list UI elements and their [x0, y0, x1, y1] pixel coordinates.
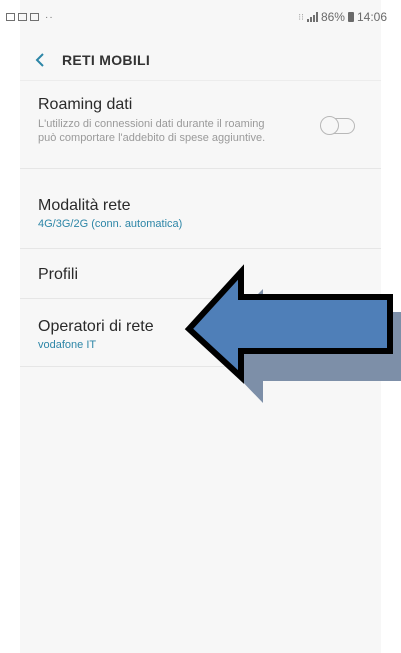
- roaming-toggle[interactable]: [320, 116, 355, 135]
- app-bar: RETI MOBILI: [20, 40, 381, 81]
- operators-value: vodafone IT: [38, 339, 97, 351]
- network-mode-title: Modalità rete: [38, 197, 131, 214]
- setting-network-mode[interactable]: Modalità rete 4G/3G/2G (conn. automatica…: [20, 169, 381, 249]
- setting-roaming[interactable]: Roaming dati L'utilizzo di connessioni d…: [20, 82, 381, 169]
- toggle-knob: [320, 116, 339, 135]
- gallery-icon: [18, 13, 27, 21]
- chevron-left-icon: [35, 53, 44, 67]
- signal-strength-icon: [306, 12, 318, 22]
- roaming-description: L'utilizzo di connessioni dati durante i…: [38, 118, 266, 144]
- mail-icon: [30, 13, 39, 21]
- system-status: ⁝⁝ 86% 14:06: [298, 10, 387, 24]
- roaming-title: Roaming dati: [38, 96, 133, 113]
- notification-icons: ··: [6, 12, 54, 23]
- back-button[interactable]: [20, 40, 60, 80]
- data-network-icon: ⁝⁝: [298, 11, 304, 22]
- profiles-title: Profili: [38, 266, 79, 283]
- setting-network-operators[interactable]: Operatori di rete vodafone IT: [20, 299, 381, 367]
- settings-screen: ·· ⁝⁝ 86% 14:06 RETI MOBILI Roaming dati…: [6, 0, 387, 653]
- status-bar: ·· ⁝⁝ 86% 14:06: [6, 0, 387, 34]
- settings-list: Roaming dati L'utilizzo di connessioni d…: [20, 82, 381, 367]
- network-mode-value: 4G/3G/2G (conn. automatica): [38, 218, 183, 230]
- more-notifications-dots: ··: [45, 11, 54, 23]
- page-title: RETI MOBILI: [62, 52, 151, 68]
- setting-profiles[interactable]: Profili: [20, 249, 381, 299]
- battery-percent: 86%: [320, 10, 345, 24]
- screen-icon: [6, 13, 15, 21]
- clock: 14:06: [356, 10, 387, 24]
- operators-title: Operatori di rete: [38, 318, 154, 335]
- battery-icon: [347, 12, 354, 22]
